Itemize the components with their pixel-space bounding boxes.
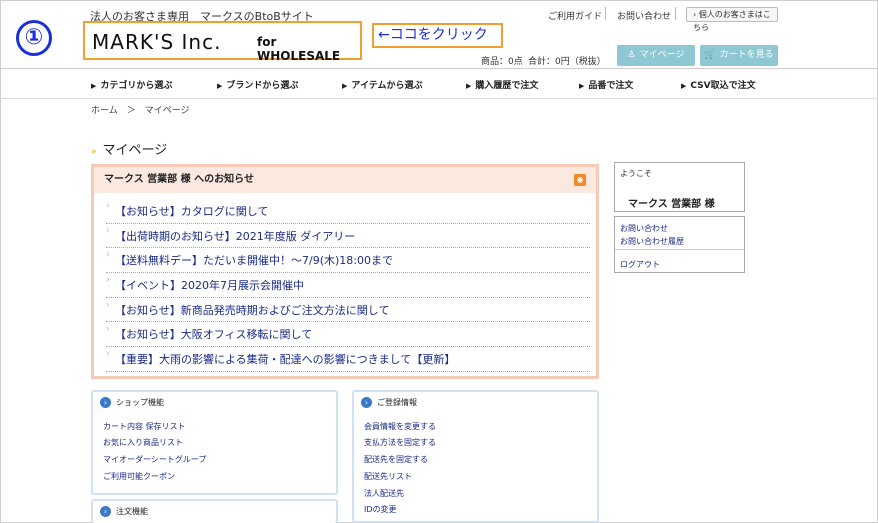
bullet-icon: › [106, 250, 110, 261]
nav-label: 購入履歴で注文 [475, 81, 539, 91]
welcome-label: ようこそ [620, 169, 652, 178]
triangle-right-icon: ▶ [342, 82, 348, 90]
sidebar-contact-history-link[interactable]: お問い合わせ履歴 [620, 236, 684, 247]
registration-info-title: › ご登録情報 [361, 397, 417, 408]
change-id-link[interactable]: IDの変更 [364, 504, 397, 515]
toplink-divider [675, 7, 676, 20]
cart-button-label: カートを見る [719, 50, 774, 60]
notice-link[interactable]: 【出荷時期のお知らせ】2021年度版 ダイアリー [115, 230, 355, 243]
logo-main-text: MARK'S Inc. [92, 30, 222, 54]
mypage-button[interactable]: ♙ マイページ [617, 45, 695, 66]
nav-divider-bottom [0, 98, 878, 99]
divider [615, 249, 744, 250]
list-item[interactable]: › 【イベント】2020年7月展示会開催中 [106, 273, 590, 298]
page-title: » マイページ [91, 139, 167, 158]
list-item[interactable]: › 【送料無料デー】ただいま開催中！～7/9(木)18:00まで [106, 248, 590, 274]
account-links-box: お問い合わせ お問い合わせ履歴 ログアウト [614, 216, 745, 273]
contact-link[interactable]: お問い合わせ [617, 9, 671, 22]
nav-label: カテゴリから選ぶ [100, 81, 173, 91]
nav-item-history-order[interactable]: ▶ 購入履歴で注文 [466, 78, 538, 91]
cart-icon: 🛒 [704, 50, 716, 60]
toplink-divider [605, 7, 606, 20]
notice-heading-text: マークス 営業部 様 へのお知らせ [104, 174, 254, 185]
page-title-text: マイページ [102, 143, 168, 158]
sidebar-contact-link[interactable]: お問い合わせ [620, 223, 668, 234]
triangle-right-icon: ▶ [217, 82, 223, 90]
fix-payment-link[interactable]: 支払方法を固定する [364, 437, 436, 448]
bullet-icon: › [106, 324, 110, 335]
logo-sub-text: for WHOLESALE [257, 35, 341, 63]
notice-link[interactable]: 【お知らせ】カタログに関して [115, 205, 268, 218]
chevron-right-icon: › [693, 10, 697, 19]
order-functions-box: › 注文機能 [91, 499, 338, 523]
delivery-list-link[interactable]: 配送先リスト [364, 471, 412, 482]
order-functions-title: › 注文機能 [100, 506, 148, 517]
list-item[interactable]: › 【出荷時期のお知らせ】2021年度版 ダイアリー [106, 224, 590, 249]
registration-info-box: › ご登録情報 会員情報を変更する 支払方法を固定する 配送先を固定する 配送先リ… [352, 390, 599, 523]
welcome-box: ようこそ マークス 営業部 様 [614, 162, 745, 212]
triangle-right-icon: ▶ [579, 82, 585, 90]
nav-item-brand[interactable]: ▶ ブランドから選ぶ [217, 78, 298, 91]
triangle-right-icon: ▶ [91, 82, 97, 90]
nav-item-sku-order[interactable]: ▶ 品番で注文 [579, 78, 633, 91]
coupons-link[interactable]: ご利用可能クーポン [103, 471, 175, 482]
shop-functions-box: › ショップ機能 カート内容 保存リスト お気に入り商品リスト マイオーダーシート… [91, 390, 338, 495]
person-icon: ♙ [627, 50, 636, 60]
notice-link[interactable]: 【送料無料デー】ただいま開催中！～7/9(木)18:00まで [115, 254, 393, 267]
notice-link[interactable]: 【重要】大雨の影響による集荷・配達への影響につきまして【更新】 [115, 353, 455, 366]
nav-item-item[interactable]: ▶ アイテムから選ぶ [342, 78, 423, 91]
breadcrumb: ホーム ＞ マイページ [91, 106, 190, 116]
click-here-annotation: ←ココをクリック [372, 23, 503, 48]
nav-item-category[interactable]: ▶ カテゴリから選ぶ [91, 78, 172, 91]
site-logo[interactable]: MARK'S Inc. for WHOLESALE [83, 21, 362, 63]
bullet-icon: › [106, 349, 110, 360]
registration-info-title-text: ご登録情報 [377, 398, 417, 407]
order-sheet-group-link[interactable]: マイオーダーシートグループ [103, 454, 206, 465]
shop-functions-title: › ショップ機能 [100, 397, 164, 408]
bullet-icon: › [106, 201, 110, 211]
nav-label: アイテムから選ぶ [351, 81, 423, 91]
list-item[interactable]: › 【お知らせ】カタログに関して [106, 199, 590, 224]
nav-label: ブランドから選ぶ [226, 81, 299, 91]
notice-list: › 【お知らせ】カタログに関して › 【出荷時期のお知らせ】2021年度版 ダイアリ… [106, 199, 590, 372]
triangle-right-icon: ▶ [466, 82, 472, 90]
list-item[interactable]: › 【お知らせ】大阪オフィス移転に関して [106, 322, 590, 348]
nav-divider-top [0, 68, 878, 69]
corporate-delivery-link[interactable]: 法人配送先 [364, 488, 404, 499]
notice-link[interactable]: 【お知らせ】大阪オフィス移転に関して [115, 328, 312, 341]
triangle-right-icon: ▶ [681, 82, 687, 90]
guide-link[interactable]: ご利用ガイド [548, 9, 602, 22]
bullet-icon: » [91, 147, 97, 157]
individual-customer-button[interactable]: › 個人のお客さまはこちら [686, 7, 778, 32]
arrow-right-circle-icon: › [100, 506, 111, 517]
user-name: マークス 営業部 様 [628, 199, 715, 210]
nav-item-csv-order[interactable]: ▶ CSV取込で注文 [681, 78, 756, 91]
bullet-icon: › [106, 299, 110, 310]
nav-label: CSV取込で注文 [690, 81, 756, 91]
logout-link[interactable]: ログアウト [620, 259, 660, 270]
shop-functions-title-text: ショップ機能 [116, 398, 164, 407]
notice-panel: マークス 営業部 様 へのお知らせ ◉ › 【お知らせ】カタログに関して › 【出荷… [91, 164, 599, 379]
notice-link[interactable]: 【イベント】2020年7月展示会開催中 [115, 279, 304, 292]
cart-item-count: 商品：0点 [481, 57, 523, 67]
arrow-right-circle-icon: › [361, 397, 372, 408]
list-item[interactable]: › 【重要】大雨の影響による集荷・配達への影響につきまして【更新】 [106, 347, 590, 372]
notice-heading: マークス 営業部 様 へのお知らせ ◉ [94, 167, 596, 193]
bullet-icon: › [106, 225, 110, 236]
favorites-link[interactable]: お気に入り商品リスト [103, 437, 183, 448]
notice-link[interactable]: 【お知らせ】新商品発売時期およびご注文方法に関して [115, 304, 389, 317]
saved-cart-link[interactable]: カート内容 保存リスト [103, 421, 186, 432]
cart-total: 合計：0円（税抜） [528, 57, 606, 67]
edit-member-info-link[interactable]: 会員情報を変更する [364, 421, 436, 432]
rss-icon[interactable]: ◉ [574, 174, 586, 186]
order-functions-title-text: 注文機能 [116, 507, 148, 516]
arrow-right-circle-icon: › [100, 397, 111, 408]
mypage-button-label: マイページ [639, 50, 685, 60]
nav-label: 品番で注文 [588, 81, 634, 91]
list-item[interactable]: › 【お知らせ】新商品発売時期およびご注文方法に関して [106, 298, 590, 323]
fix-delivery-link[interactable]: 配送先を固定する [364, 454, 428, 465]
cart-button[interactable]: 🛒 カートを見る [700, 45, 778, 66]
bullet-icon: › [106, 275, 110, 286]
step-number-badge: ① [16, 20, 52, 56]
